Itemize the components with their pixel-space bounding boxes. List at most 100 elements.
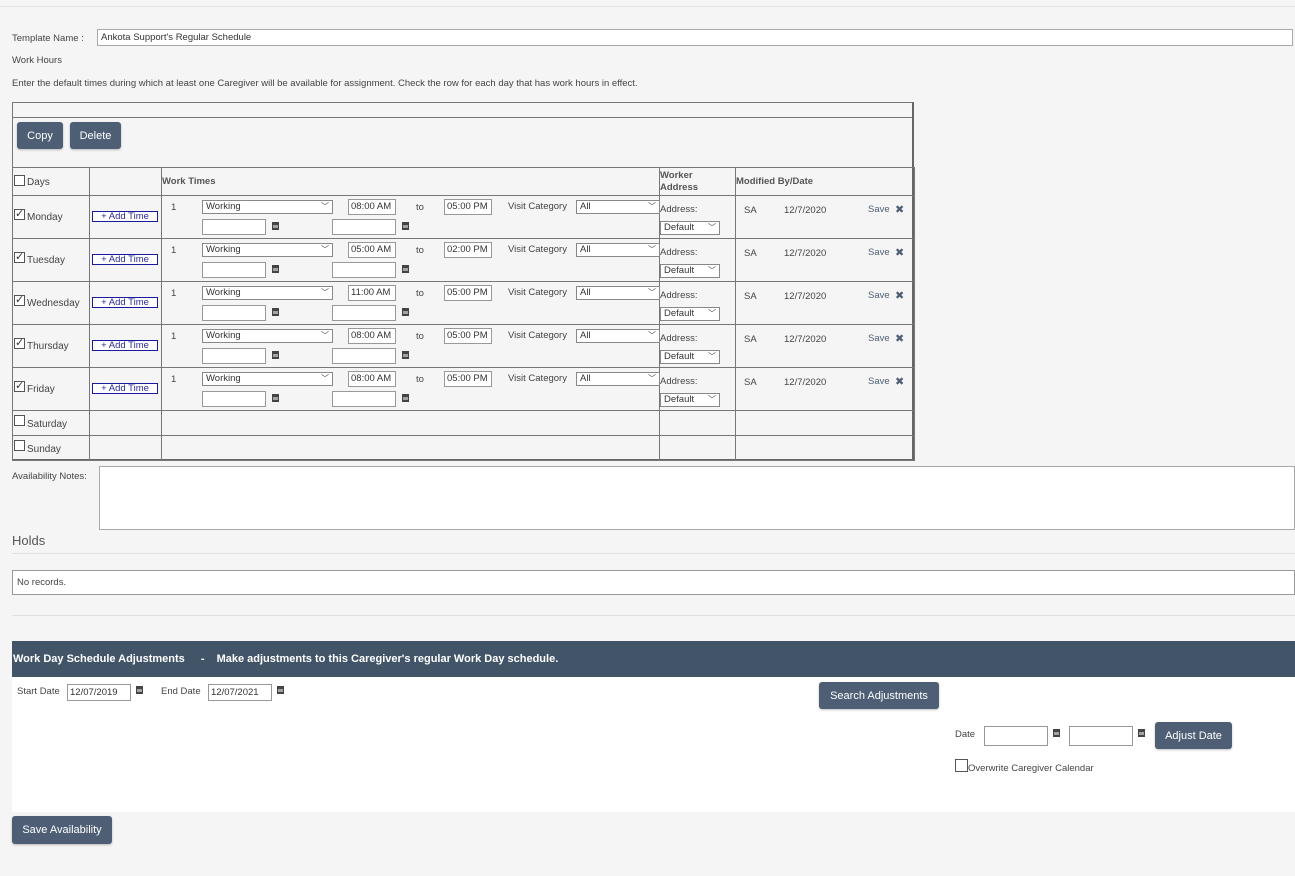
status-value: Working (206, 373, 241, 384)
delete-row-icon[interactable]: ✖ (895, 375, 904, 388)
save-availability-button[interactable]: Save Availability (12, 816, 112, 844)
add-time-cell: + Add Time (89, 281, 162, 325)
select-all-days-checkbox[interactable] (14, 175, 25, 186)
adjust-date-from-input[interactable] (984, 726, 1048, 746)
adjust-start-date-input[interactable]: 12/07/2019 (67, 684, 131, 701)
save-row-link[interactable]: Save (868, 333, 890, 344)
overwrite-calendar-checkbox[interactable] (955, 759, 968, 772)
start-time-input[interactable]: 08:00 AM (348, 371, 396, 387)
end-date-input[interactable] (332, 305, 396, 321)
adjust-date-button[interactable]: Adjust Date (1155, 722, 1232, 749)
end-time-input[interactable]: 05:00 PM (444, 371, 492, 387)
availability-notes-textarea[interactable] (99, 466, 1295, 530)
calendar-icon[interactable] (402, 351, 409, 359)
add-time-button[interactable]: + Add Time (92, 254, 158, 265)
work-times-cell: 1 Working ﹀ 08:00 AM to 05:00 PM Visit Ca… (161, 324, 660, 368)
search-adjustments-button[interactable]: Search Adjustments (819, 682, 939, 709)
calendar-icon[interactable] (402, 394, 409, 402)
end-time-input[interactable]: 05:00 PM (444, 199, 492, 215)
to-label: to (416, 245, 424, 256)
top-divider (0, 6, 1295, 7)
status-select[interactable]: Working ﹀ (202, 243, 333, 257)
visit-category-select[interactable]: All ﹀ (576, 329, 660, 343)
delete-row-icon[interactable]: ✖ (895, 289, 904, 302)
delete-row-icon[interactable]: ✖ (895, 246, 904, 259)
start-date-input[interactable] (202, 348, 266, 364)
save-row-link[interactable]: Save (868, 376, 890, 387)
calendar-icon[interactable] (272, 394, 279, 402)
calendar-icon[interactable] (402, 222, 409, 230)
date-label: Date (955, 729, 976, 740)
modified-cell: SA 12/7/2020 Save ✖ (735, 281, 915, 325)
modified-header: Modified By/Date (735, 167, 915, 196)
add-time-button[interactable]: + Add Time (92, 211, 158, 222)
day-checkbox[interactable]: ✓ (14, 294, 25, 306)
save-row-link[interactable]: Save (868, 204, 890, 215)
to-label: to (416, 331, 424, 342)
copy-button[interactable]: Copy (17, 122, 63, 149)
address-select[interactable]: Default ﹀ (660, 221, 720, 235)
calendar-icon[interactable] (272, 222, 279, 230)
calendar-icon[interactable] (402, 308, 409, 316)
visit-category-select[interactable]: All ﹀ (576, 286, 660, 300)
visit-category-select[interactable]: All ﹀ (576, 200, 660, 214)
status-select[interactable]: Working ﹀ (202, 372, 333, 386)
start-date-input[interactable] (202, 219, 266, 235)
template-name-input[interactable]: Ankota Support's Regular Schedule (97, 29, 1293, 46)
visit-category-select[interactable]: All ﹀ (576, 372, 660, 386)
delete-row-icon[interactable]: ✖ (895, 332, 904, 345)
end-time-input[interactable]: 05:00 PM (444, 328, 492, 344)
day-checkbox[interactable]: ✓ (14, 251, 25, 263)
end-time-input[interactable]: 02:00 PM (444, 242, 492, 258)
end-date-input[interactable] (332, 391, 396, 407)
start-date-input[interactable] (202, 391, 266, 407)
modified-cell (735, 435, 915, 461)
adjustments-separator: - (200, 653, 205, 665)
modified-date: 12/7/2020 (784, 334, 827, 345)
calendar-icon[interactable] (272, 351, 279, 359)
worker-address-header-label: Worker Address (660, 170, 699, 193)
add-time-button[interactable]: + Add Time (92, 340, 158, 351)
status-select[interactable]: Working ﹀ (202, 329, 333, 343)
adjust-date-to-input[interactable] (1069, 726, 1133, 746)
day-checkbox[interactable]: ✓ (14, 380, 25, 392)
add-time-button[interactable]: + Add Time (92, 297, 158, 308)
calendar-icon[interactable] (1138, 729, 1145, 737)
status-select[interactable]: Working ﹀ (202, 200, 333, 214)
work-times-header-label: Work Times (162, 176, 216, 187)
end-date-input[interactable] (332, 348, 396, 364)
chevron-down-icon: ﹀ (708, 395, 716, 404)
visit-category-select[interactable]: All ﹀ (576, 243, 660, 257)
start-date-input[interactable] (202, 305, 266, 321)
end-date-input[interactable] (332, 262, 396, 278)
calendar-icon[interactable] (272, 308, 279, 316)
adjustments-title: Work Day Schedule Adjustments (13, 653, 185, 665)
save-row-link[interactable]: Save (868, 290, 890, 301)
start-time-input[interactable]: 11:00 AM (348, 285, 396, 301)
end-date-input[interactable] (332, 219, 396, 235)
address-select[interactable]: Default ﹀ (660, 307, 720, 321)
start-date-input[interactable] (202, 262, 266, 278)
day-checkbox[interactable]: ✓ (14, 208, 25, 220)
day-checkbox[interactable] (14, 440, 25, 451)
start-time-input[interactable]: 05:00 AM (348, 242, 396, 258)
calendar-icon[interactable] (136, 686, 143, 694)
delete-button[interactable]: Delete (70, 122, 121, 149)
status-select[interactable]: Working ﹀ (202, 286, 333, 300)
add-time-button[interactable]: + Add Time (92, 383, 158, 394)
save-row-link[interactable]: Save (868, 247, 890, 258)
calendar-icon[interactable] (1053, 729, 1060, 737)
address-select[interactable]: Default ﹀ (660, 393, 720, 407)
start-time-input[interactable]: 08:00 AM (348, 328, 396, 344)
start-time-input[interactable]: 08:00 AM (348, 199, 396, 215)
adjust-end-date-input[interactable]: 12/07/2021 (208, 684, 272, 701)
calendar-icon[interactable] (277, 686, 284, 694)
end-time-input[interactable]: 05:00 PM (444, 285, 492, 301)
calendar-icon[interactable] (272, 265, 279, 273)
day-checkbox[interactable] (14, 415, 25, 426)
address-select[interactable]: Default ﹀ (660, 350, 720, 364)
address-select[interactable]: Default ﹀ (660, 264, 720, 278)
delete-row-icon[interactable]: ✖ (895, 203, 904, 216)
calendar-icon[interactable] (402, 265, 409, 273)
day-checkbox[interactable]: ✓ (14, 337, 25, 349)
